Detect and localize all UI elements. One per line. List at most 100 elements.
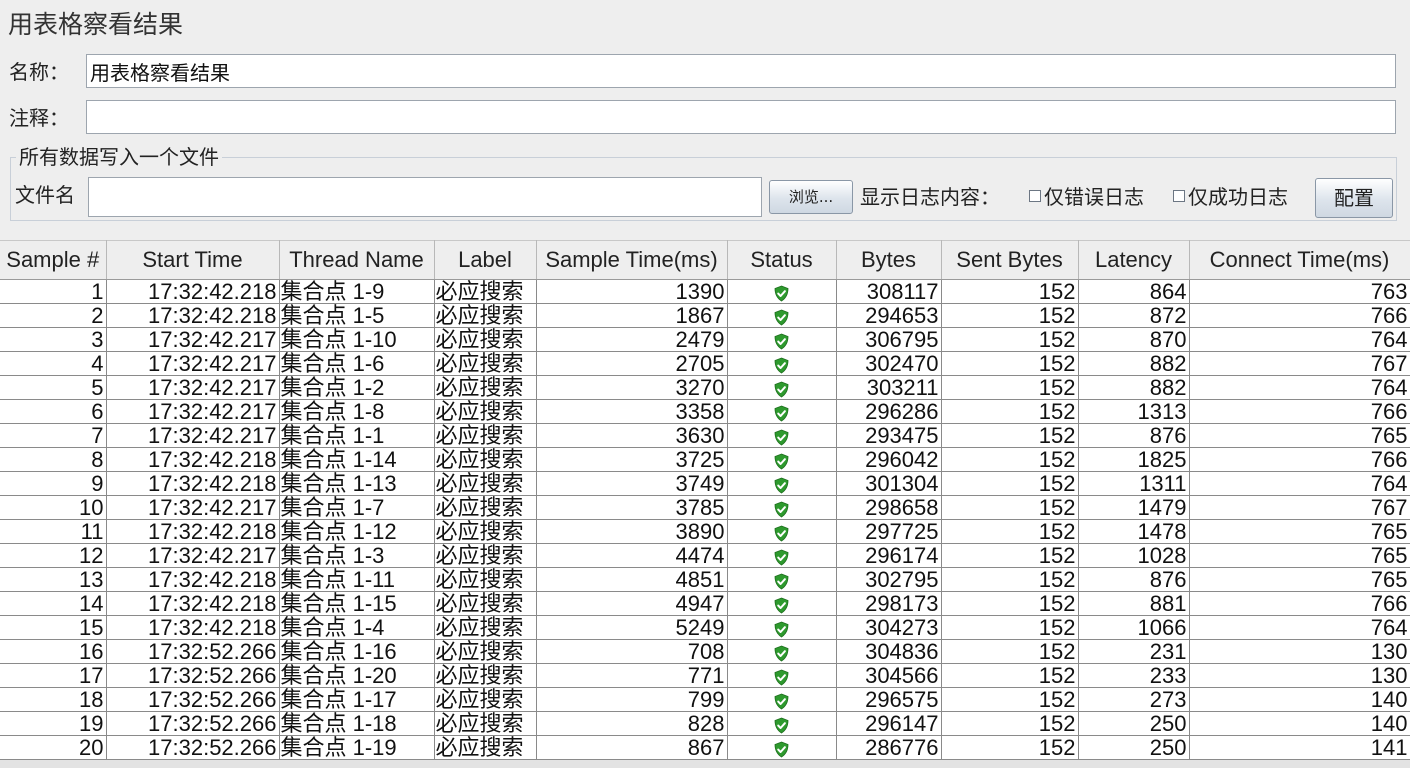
column-bytes-header[interactable]: Bytes (836, 240, 942, 280)
latency-cell: 1028 (1078, 543, 1190, 568)
label-cell: 必应搜索 (434, 567, 537, 592)
column-thread-name-header[interactable]: Thread Name (279, 240, 435, 280)
table-row[interactable]: 7 17:32:42.217 集合点 1-1 必应搜索 3630 293475 152 876… (0, 423, 1410, 448)
table-row[interactable]: 1 17:32:42.218 集合点 1-9 必应搜索 1390 308117 152 864… (0, 279, 1410, 304)
column-sent-bytes-header[interactable]: Sent Bytes (941, 240, 1079, 280)
success-only-checkbox-box[interactable] (1173, 190, 1185, 202)
thread-name-cell: 集合点 1-6 (279, 351, 435, 376)
sample-time-cell: 3749 (536, 471, 728, 496)
latency-cell: 882 (1078, 375, 1190, 400)
table-body: 1 17:32:42.218 集合点 1-9 必应搜索 1390 308117 152 864… (0, 279, 1410, 760)
status-cell (727, 423, 837, 448)
table-row[interactable]: 20 17:32:52.266 集合点 1-19 必应搜索 867 286776 152 25… (0, 735, 1410, 760)
start-time-cell: 17:32:42.217 (106, 351, 280, 376)
status-cell (727, 375, 837, 400)
bytes-cell: 306795 (836, 327, 942, 352)
column-connect-time-header[interactable]: Connect Time(ms) (1189, 240, 1410, 280)
label-cell: 必应搜索 (434, 735, 537, 760)
table-row[interactable]: 19 17:32:52.266 集合点 1-18 必应搜索 828 296147 152 25… (0, 711, 1410, 736)
start-time-cell: 17:32:42.217 (106, 543, 280, 568)
shield-check-icon (773, 332, 790, 350)
table-row[interactable]: 12 17:32:42.217 集合点 1-3 必应搜索 4474 296174 152 10… (0, 543, 1410, 568)
thread-name-cell: 集合点 1-15 (279, 591, 435, 616)
connect-time-cell: 767 (1189, 351, 1410, 376)
shield-check-icon (773, 452, 790, 470)
comment-input[interactable] (86, 100, 1396, 134)
errors-only-checkbox-box[interactable] (1029, 190, 1041, 202)
connect-time-cell: 764 (1189, 471, 1410, 496)
bytes-cell: 302470 (836, 351, 942, 376)
sent-bytes-cell: 152 (941, 399, 1079, 424)
status-cell (727, 591, 837, 616)
label-cell: 必应搜索 (434, 687, 537, 712)
table-row[interactable]: 6 17:32:42.217 集合点 1-8 必应搜索 3358 296286 152 131… (0, 399, 1410, 424)
table-row[interactable]: 3 17:32:42.217 集合点 1-10 必应搜索 2479 306795 152 87… (0, 327, 1410, 352)
configure-button[interactable]: 配置 (1315, 178, 1393, 218)
connect-time-cell: 130 (1189, 663, 1410, 688)
success-only-label: 仅成功日志 (1188, 185, 1288, 209)
sample-number-cell: 11 (0, 519, 107, 544)
table-row[interactable]: 15 17:32:42.218 集合点 1-4 必应搜索 5249 304273 152 10… (0, 615, 1410, 640)
sample-time-cell: 799 (536, 687, 728, 712)
status-cell (727, 543, 837, 568)
sample-time-cell: 4474 (536, 543, 728, 568)
table-row[interactable]: 5 17:32:42.217 集合点 1-2 必应搜索 3270 303211 152 882… (0, 375, 1410, 400)
bytes-cell: 294653 (836, 303, 942, 328)
column-sample-number-header[interactable]: Sample # (0, 240, 107, 280)
table-row[interactable]: 11 17:32:42.218 集合点 1-12 必应搜索 3890 297725 152 1… (0, 519, 1410, 544)
thread-name-cell: 集合点 1-17 (279, 687, 435, 712)
sample-time-cell: 3630 (536, 423, 728, 448)
browse-button[interactable]: 浏览... (769, 180, 853, 214)
status-cell (727, 735, 837, 760)
comment-row: 注释： (0, 100, 1410, 138)
column-status-header[interactable]: Status (727, 240, 837, 280)
shield-check-icon (773, 668, 790, 686)
shield-check-icon (773, 692, 790, 710)
table-row[interactable]: 4 17:32:42.217 集合点 1-6 必应搜索 2705 302470 152 882… (0, 351, 1410, 376)
sample-time-cell: 2705 (536, 351, 728, 376)
table-row[interactable]: 13 17:32:42.218 集合点 1-11 必应搜索 4851 302795 152 8… (0, 567, 1410, 592)
connect-time-cell: 764 (1189, 327, 1410, 352)
start-time-cell: 17:32:42.217 (106, 495, 280, 520)
sample-number-cell: 13 (0, 567, 107, 592)
write-all-to-file-legend: 所有数据写入一个文件 (16, 144, 222, 170)
thread-name-cell: 集合点 1-11 (279, 567, 435, 592)
sample-time-cell: 3358 (536, 399, 728, 424)
shield-check-icon (773, 596, 790, 614)
column-start-time-header[interactable]: Start Time (106, 240, 280, 280)
column-sample-time-header[interactable]: Sample Time(ms) (536, 240, 728, 280)
label-cell: 必应搜索 (434, 663, 537, 688)
connect-time-cell: 765 (1189, 567, 1410, 592)
horizontal-scrollbar[interactable] (0, 760, 1410, 768)
table-row[interactable]: 2 17:32:42.218 集合点 1-5 必应搜索 1867 294653 152 872… (0, 303, 1410, 328)
write-all-to-file-group: 所有数据写入一个文件 文件名 浏览... 显示日志内容： 仅错误日志 仅成功日志… (10, 144, 1397, 221)
latency-cell: 250 (1078, 711, 1190, 736)
column-latency-header[interactable]: Latency (1078, 240, 1190, 280)
table-row[interactable]: 10 17:32:42.217 集合点 1-7 必应搜索 3785 298658 152 14… (0, 495, 1410, 520)
sent-bytes-cell: 152 (941, 567, 1079, 592)
sample-number-cell: 9 (0, 471, 107, 496)
name-input[interactable] (86, 54, 1396, 88)
thread-name-cell: 集合点 1-2 (279, 375, 435, 400)
status-cell (727, 471, 837, 496)
thread-name-cell: 集合点 1-14 (279, 447, 435, 472)
table-row[interactable]: 8 17:32:42.218 集合点 1-14 必应搜索 3725 296042 152 18… (0, 447, 1410, 472)
table-row[interactable]: 16 17:32:52.266 集合点 1-16 必应搜索 708 304836 152 23… (0, 639, 1410, 664)
connect-time-cell: 140 (1189, 687, 1410, 712)
table-row[interactable]: 17 17:32:52.266 集合点 1-20 必应搜索 771 304566 152 23… (0, 663, 1410, 688)
sample-number-cell: 7 (0, 423, 107, 448)
table-row[interactable]: 18 17:32:52.266 集合点 1-17 必应搜索 799 296575 152 27… (0, 687, 1410, 712)
success-only-checkbox[interactable]: 仅成功日志 (1173, 182, 1288, 212)
bytes-cell: 297725 (836, 519, 942, 544)
sample-time-cell: 1867 (536, 303, 728, 328)
sent-bytes-cell: 152 (941, 687, 1079, 712)
start-time-cell: 17:32:52.266 (106, 639, 280, 664)
errors-only-checkbox[interactable]: 仅错误日志 (1029, 182, 1144, 212)
table-row[interactable]: 9 17:32:42.218 集合点 1-13 必应搜索 3749 301304 152 13… (0, 471, 1410, 496)
sample-number-cell: 10 (0, 495, 107, 520)
filename-input[interactable] (88, 177, 762, 217)
column-label-header[interactable]: Label (434, 240, 537, 280)
status-cell (727, 399, 837, 424)
sample-time-cell: 5249 (536, 615, 728, 640)
table-row[interactable]: 14 17:32:42.218 集合点 1-15 必应搜索 4947 298173 152 8… (0, 591, 1410, 616)
